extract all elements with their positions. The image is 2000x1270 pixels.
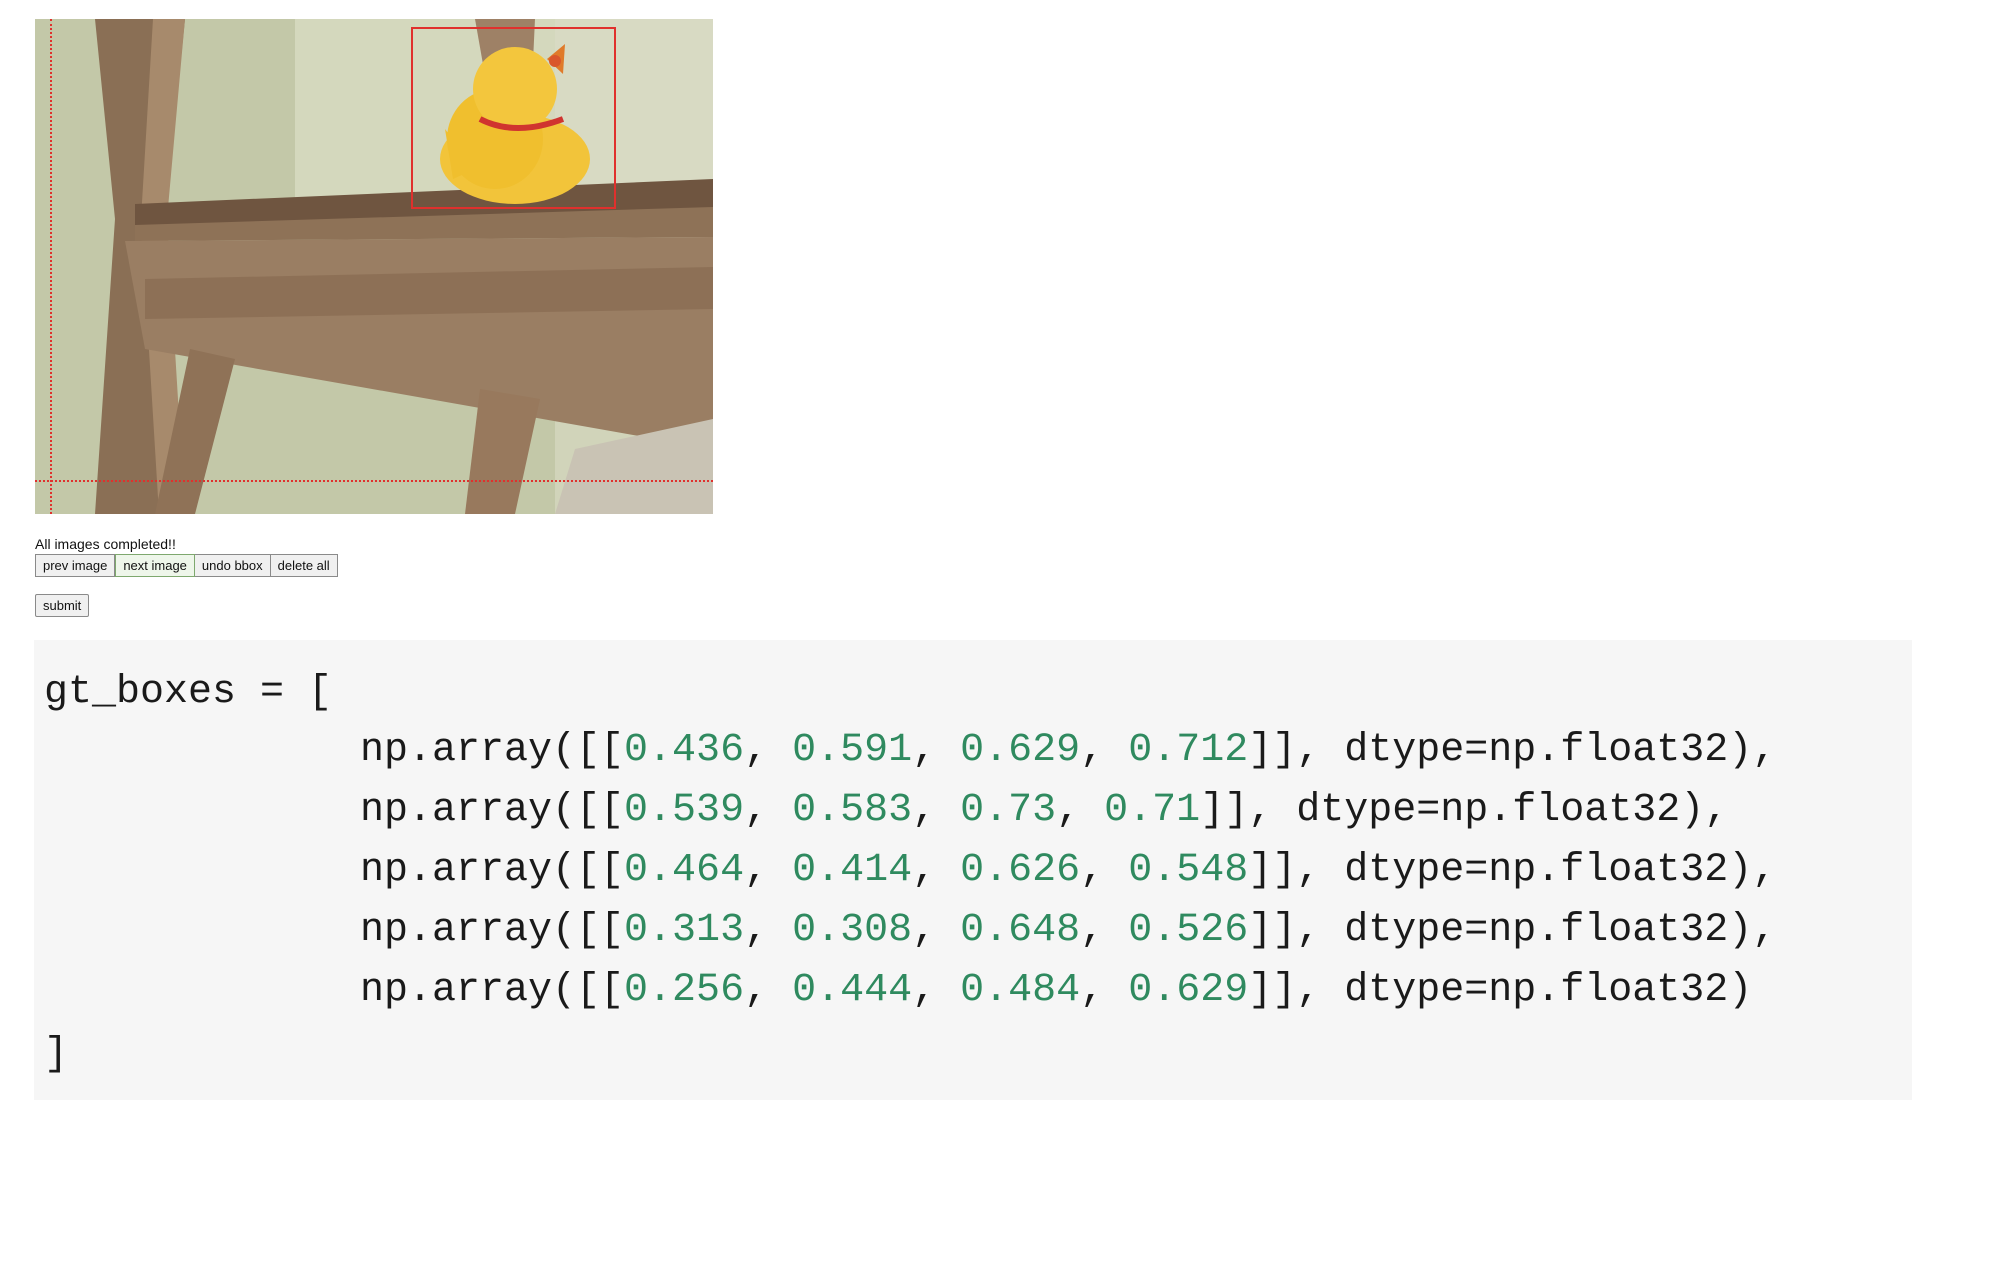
- y-max-value: 0.71: [1104, 788, 1201, 833]
- code-array-line: np.array([[0.256, 0.444, 0.484, 0.629]],…: [360, 968, 1753, 1013]
- code-array-line: np.array([[0.313, 0.308, 0.648, 0.526]],…: [360, 908, 1777, 953]
- crosshair-vertical-guide: [50, 19, 52, 514]
- submit-button[interactable]: submit: [35, 594, 90, 617]
- delete-all-button[interactable]: delete all: [270, 554, 338, 577]
- crosshair-horizontal-guide: [35, 480, 713, 482]
- array-prefix: np.array([[: [360, 968, 625, 1013]
- x-min-value: 0.436: [624, 728, 745, 773]
- x-max-value: 0.648: [960, 908, 1081, 953]
- x-max-value: 0.626: [960, 848, 1081, 893]
- prev-image-button[interactable]: prev image: [35, 554, 116, 577]
- array-suffix: ]], dtype=np.float32),: [1248, 848, 1777, 893]
- y-max-value: 0.526: [1128, 908, 1249, 953]
- next-image-button[interactable]: next image: [115, 554, 195, 577]
- array-suffix: ]], dtype=np.float32),: [1248, 908, 1777, 953]
- undo-bbox-button[interactable]: undo bbox: [194, 554, 271, 577]
- y-max-value: 0.629: [1128, 968, 1249, 1013]
- x-min-value: 0.256: [624, 968, 745, 1013]
- bounding-box[interactable]: [411, 27, 616, 209]
- y-max-value: 0.712: [1128, 728, 1249, 773]
- array-suffix: ]], dtype=np.float32): [1248, 968, 1753, 1013]
- x-min-value: 0.313: [624, 908, 745, 953]
- y-max-value: 0.548: [1128, 848, 1249, 893]
- array-prefix: np.array([[: [360, 788, 625, 833]
- x-max-value: 0.73: [960, 788, 1057, 833]
- array-suffix: ]], dtype=np.float32),: [1200, 788, 1729, 833]
- code-header-line: gt_boxes = [: [44, 670, 333, 715]
- y-min-value: 0.308: [792, 908, 913, 953]
- x-max-value: 0.484: [960, 968, 1081, 1013]
- array-suffix: ]], dtype=np.float32),: [1248, 728, 1777, 773]
- code-array-line: np.array([[0.539, 0.583, 0.73, 0.71]], d…: [360, 788, 1729, 833]
- array-prefix: np.array([[: [360, 908, 625, 953]
- code-array-line: np.array([[0.436, 0.591, 0.629, 0.712]],…: [360, 728, 1777, 773]
- code-array-line: np.array([[0.464, 0.414, 0.626, 0.548]],…: [360, 848, 1777, 893]
- array-prefix: np.array([[: [360, 848, 625, 893]
- x-min-value: 0.464: [624, 848, 745, 893]
- y-min-value: 0.444: [792, 968, 913, 1013]
- navigation-toolbar: prev image next image undo bbox delete a…: [35, 554, 338, 577]
- code-output-block: gt_boxes = [ np.array([[0.436, 0.591, 0.…: [34, 640, 1912, 1100]
- code-footer-line: ]: [44, 1032, 69, 1077]
- array-prefix: np.array([[: [360, 728, 625, 773]
- y-min-value: 0.583: [792, 788, 913, 833]
- status-message: All images completed!!: [35, 536, 176, 552]
- y-min-value: 0.591: [792, 728, 913, 773]
- x-max-value: 0.629: [960, 728, 1081, 773]
- y-min-value: 0.414: [792, 848, 913, 893]
- x-min-value: 0.539: [624, 788, 745, 833]
- annotation-canvas[interactable]: [35, 19, 713, 514]
